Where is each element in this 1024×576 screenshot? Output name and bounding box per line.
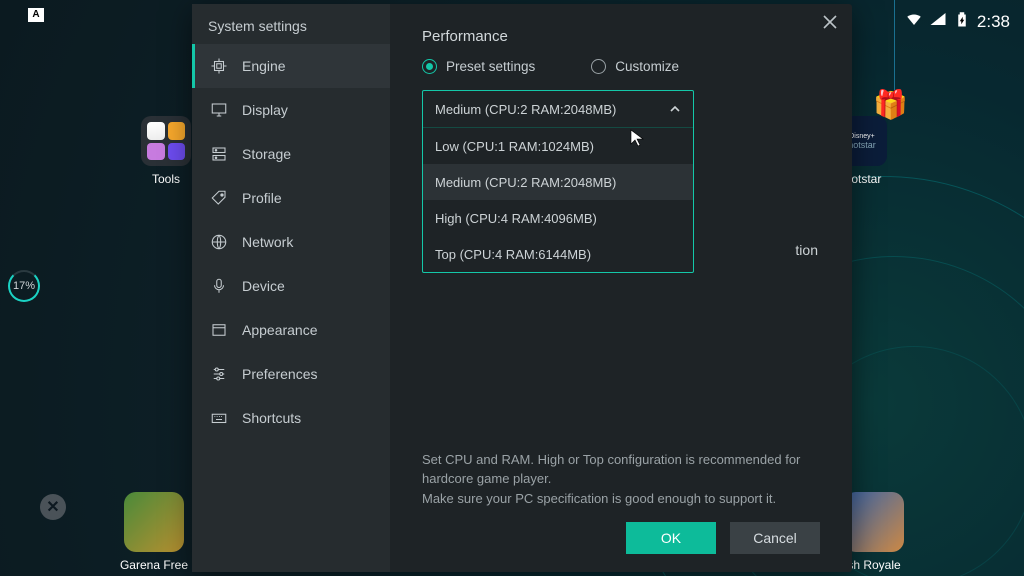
dropdown-option-top[interactable]: Top (CPU:4 RAM:6144MB) [423,236,693,272]
nav-storage[interactable]: Storage [192,132,390,176]
radio-customize[interactable]: Customize [591,59,679,74]
radio-icon [591,59,606,74]
dropdown-value: Medium (CPU:2 RAM:2048MB) [435,102,616,117]
game-label: Garena Free [118,558,190,572]
radio-group: Preset settings Customize [422,59,820,74]
nav-engine[interactable]: Engine [192,44,390,88]
signal-icon [929,10,947,33]
monitor-icon [210,101,228,119]
gift-string [894,0,895,90]
app-indicator-icon: A [28,8,44,22]
radio-label: Preset settings [446,59,535,74]
folder-label: Tools [134,172,198,186]
nav-label: Network [242,234,293,250]
keyboard-icon [210,409,228,427]
settings-modal: System settings Engine Display Storage P… [192,4,852,572]
nav-label: Profile [242,190,282,206]
tag-icon [210,189,228,207]
game-tile-icon [124,492,184,552]
settings-content: Performance Preset settings Customize Me… [390,4,852,572]
progress-ring: 17% [8,270,40,302]
dropdown-option-low[interactable]: Low (CPU:1 RAM:1024MB) [423,128,693,164]
button-row: OK Cancel [422,522,820,554]
dropdown-option-high[interactable]: High (CPU:4 RAM:4096MB) [423,200,693,236]
modal-title: System settings [192,18,390,44]
dropdown-list: Low (CPU:1 RAM:1024MB) Medium (CPU:2 RAM… [423,127,693,272]
hint-line: Make sure your PC specification is good … [422,489,820,509]
drive-icon [210,145,228,163]
chevron-up-icon [669,103,681,115]
wifi-icon [905,10,923,33]
obscured-text: tion [795,242,818,258]
nav-label: Storage [242,146,291,162]
section-heading: Performance [422,28,820,45]
nav-label: Display [242,102,288,118]
cancel-button[interactable]: Cancel [730,522,820,554]
dropdown-selected[interactable]: Medium (CPU:2 RAM:2048MB) [423,91,693,127]
globe-icon [210,233,228,251]
nav-device[interactable]: Device [192,264,390,308]
nav-label: Preferences [242,366,317,382]
ok-button[interactable]: OK [626,522,716,554]
mic-icon [210,277,228,295]
status-bar: 2:38 [905,10,1010,33]
game-garena[interactable]: Garena Free [118,492,190,572]
nav-label: Appearance [242,322,318,338]
dropdown-option-medium[interactable]: Medium (CPU:2 RAM:2048MB) [423,164,693,200]
hint-text: Set CPU and RAM. High or Top configurati… [422,450,820,523]
nav-network[interactable]: Network [192,220,390,264]
folder-icon [141,116,191,166]
nav-profile[interactable]: Profile [192,176,390,220]
settings-sidebar: System settings Engine Display Storage P… [192,4,390,572]
dismiss-button[interactable]: ✕ [40,494,66,520]
radio-icon [422,59,437,74]
nav-label: Engine [242,58,286,74]
radio-label: Customize [615,59,679,74]
nav-label: Shortcuts [242,410,301,426]
battery-icon [953,10,971,33]
preset-dropdown[interactable]: Medium (CPU:2 RAM:2048MB) Low (CPU:1 RAM… [422,90,694,273]
nav-appearance[interactable]: Appearance [192,308,390,352]
clock-text: 2:38 [977,12,1010,32]
nav-label: Device [242,278,285,294]
folder-tools[interactable]: Tools [134,116,198,186]
nav-shortcuts[interactable]: Shortcuts [192,396,390,440]
nav-preferences[interactable]: Preferences [192,352,390,396]
sliders-icon [210,365,228,383]
hint-line: Set CPU and RAM. High or Top configurati… [422,450,820,489]
cpu-icon [210,57,228,75]
window-icon [210,321,228,339]
radio-preset[interactable]: Preset settings [422,59,535,74]
nav-display[interactable]: Display [192,88,390,132]
game-tile-icon [844,492,904,552]
